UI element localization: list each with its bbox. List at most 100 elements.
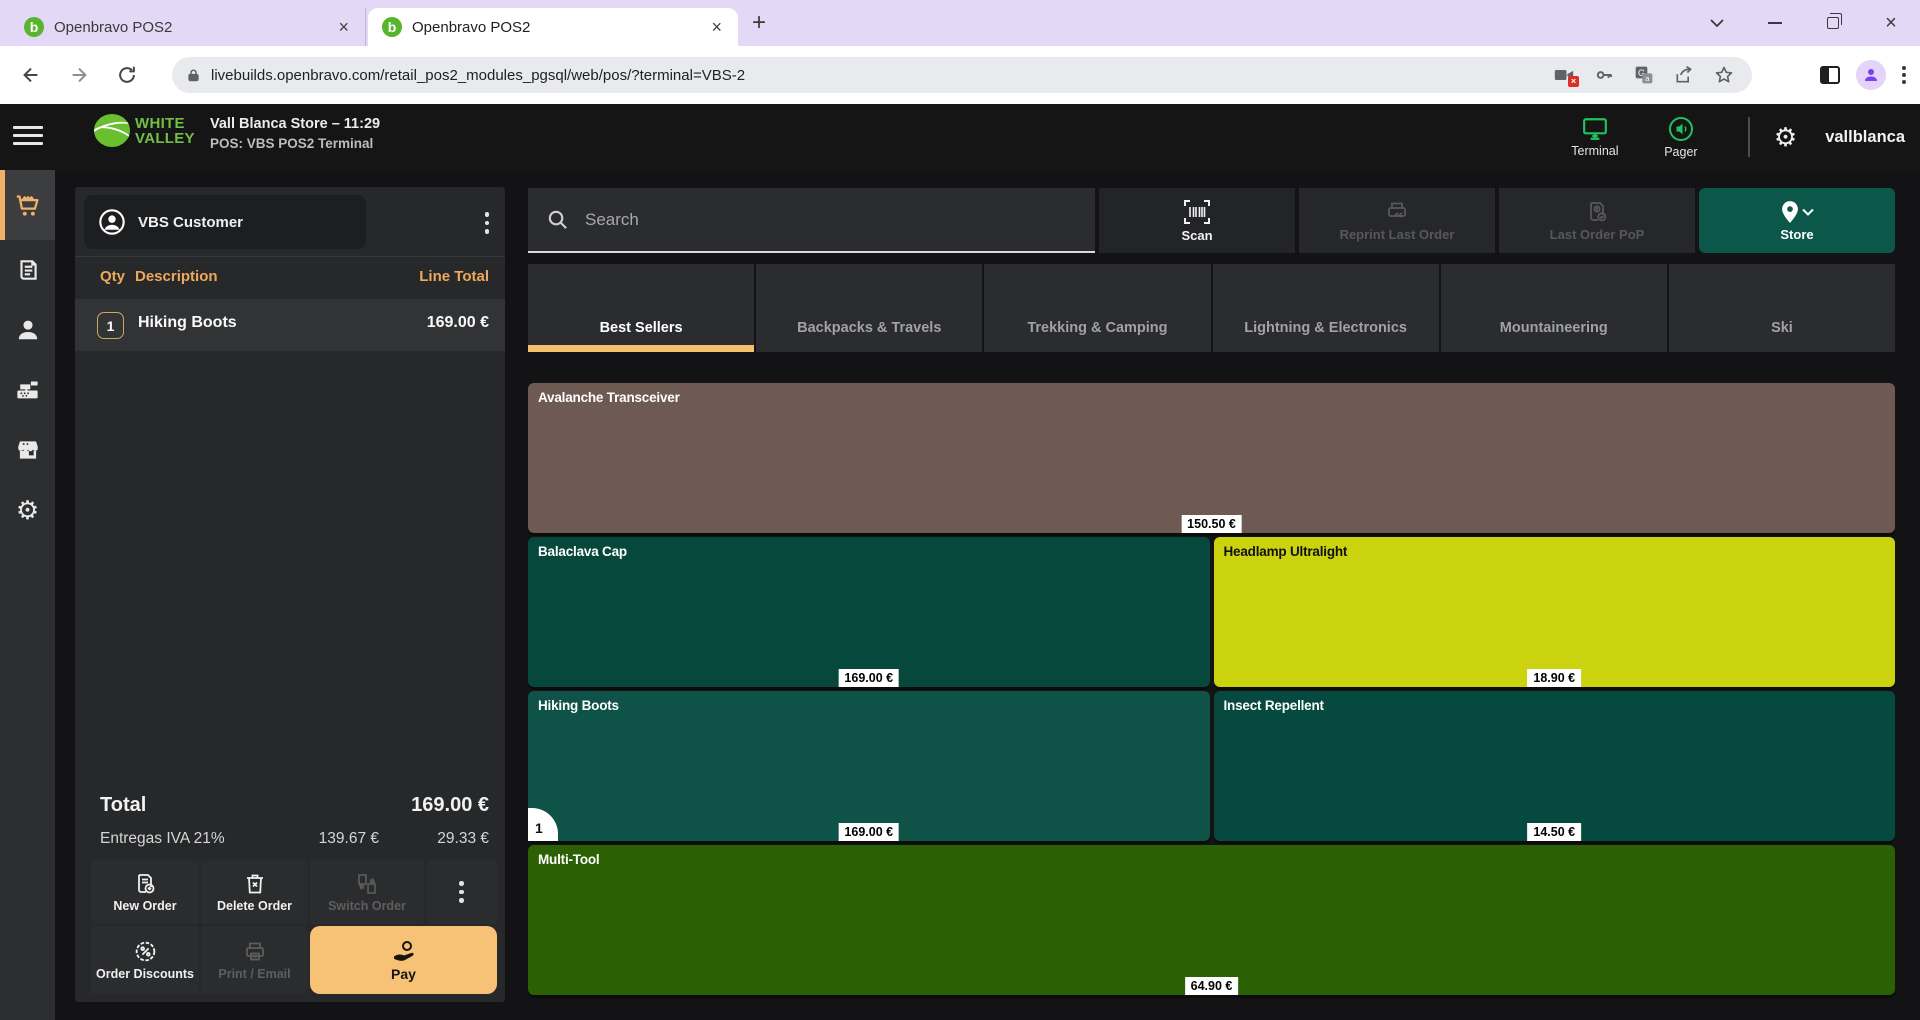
col-qty: Qty [100, 268, 125, 285]
translate-icon[interactable]: Ga [1634, 65, 1654, 85]
pay-button[interactable]: Pay [310, 926, 497, 994]
store-info: Vall Blanca Store – 11:29 POS: VBS POS2 … [210, 116, 380, 151]
tab-close-icon[interactable]: × [336, 17, 351, 38]
browser-tab-2-active[interactable]: b Openbravo POS2 × [368, 8, 738, 46]
print-email-button[interactable]: Print / Email [201, 926, 308, 994]
forward-button[interactable] [62, 58, 96, 92]
profile-avatar[interactable] [1856, 60, 1886, 90]
key-icon[interactable] [1594, 65, 1614, 85]
sidebar-item-sales-cart[interactable] [0, 170, 55, 240]
pay-coin-hand-icon [391, 940, 417, 964]
customer-person-icon [98, 208, 126, 236]
username[interactable]: vallblanca [1825, 128, 1905, 147]
order-menu-kebab-icon[interactable] [481, 208, 494, 238]
new-tab-button[interactable]: + [752, 12, 766, 34]
tab-backpacks-travels[interactable]: Backpacks & Travels [756, 264, 982, 352]
customer-selector[interactable]: VBS Customer [84, 195, 366, 249]
map-pin-icon [1780, 200, 1800, 224]
side-panel-icon[interactable] [1820, 66, 1840, 84]
store-selector-button[interactable]: Store [1699, 188, 1895, 253]
order-columns-header: Qty Description Line Total [75, 257, 505, 297]
product-tile-insect-repellent[interactable]: Insect Repellent 14.50 € [1214, 691, 1896, 841]
url-text: livebuilds.openbravo.com/retail_pos2_mod… [211, 67, 1554, 84]
browser-tab-strip: b Openbravo POS2 × b Openbravo POS2 × + … [0, 0, 1920, 46]
col-line-total: Line Total [419, 268, 489, 285]
reprint-last-order-button[interactable]: Reprint Last Order [1299, 188, 1495, 253]
search-field[interactable] [528, 188, 1095, 253]
order-line[interactable]: 1 Hiking Boots 169.00 € [75, 299, 505, 351]
hamburger-menu-icon[interactable] [13, 126, 43, 145]
browser-tab-1[interactable]: b Openbravo POS2 × [10, 8, 366, 46]
search-input[interactable] [585, 210, 1077, 230]
tab-best-sellers[interactable]: Best Sellers [528, 264, 754, 352]
price-tag: 18.90 € [1527, 669, 1581, 687]
pos-app: WHITEVALLEY Vall Blanca Store – 11:29 PO… [0, 104, 1920, 1020]
bookmark-star-icon[interactable] [1714, 65, 1734, 85]
product-tile-headlamp-ultralight[interactable]: Headlamp Ultralight 18.90 € [1214, 537, 1896, 687]
tab-ski[interactable]: Ski [1669, 264, 1895, 352]
tab-trekking-camping[interactable]: Trekking & Camping [984, 264, 1210, 352]
product-tile-avalanche-transceiver[interactable]: Avalanche Transceiver 150.50 € [528, 383, 1895, 533]
sidebar-item-orders-journal[interactable] [0, 240, 55, 300]
col-description: Description [135, 268, 218, 285]
url-bar[interactable]: livebuilds.openbravo.com/retail_pos2_mod… [172, 57, 1752, 93]
more-order-actions-kebab[interactable] [426, 860, 497, 924]
chevron-down-icon [1802, 208, 1814, 216]
category-tabs: Best Sellers Backpacks & Travels Trekkin… [528, 264, 1895, 352]
sidebar: ⚙ [0, 170, 55, 1020]
tab-close-icon[interactable]: × [709, 17, 724, 38]
omnibox-icons: × Ga [1554, 65, 1734, 85]
toolbar-right [1820, 46, 1920, 104]
window-controls: × [1688, 0, 1920, 46]
customer-name: VBS Customer [138, 214, 243, 231]
header-divider [1748, 117, 1750, 157]
total-label: Total [100, 794, 146, 817]
delete-order-icon [243, 872, 267, 896]
pager-button[interactable]: Pager [1638, 116, 1724, 159]
line-qty-badge: 1 [97, 312, 124, 339]
sidebar-item-store[interactable] [0, 420, 55, 480]
new-order-icon [133, 872, 157, 896]
scan-button[interactable]: Scan [1099, 188, 1295, 253]
product-tile-multi-tool[interactable]: Multi-Tool 64.90 € [528, 845, 1895, 995]
price-tag: 64.90 € [1185, 977, 1239, 995]
restore-button[interactable] [1804, 0, 1862, 46]
delete-order-button[interactable]: Delete Order [201, 860, 308, 924]
tax-label: Entregas IVA 21% [100, 830, 225, 848]
last-order-pop-button[interactable]: Last Order PoP [1499, 188, 1695, 253]
new-order-button[interactable]: New Order [91, 860, 199, 924]
product-tile-balaclava-cap[interactable]: Balaclava Cap 169.00 € [528, 537, 1210, 687]
minimize-button[interactable] [1746, 0, 1804, 46]
lock-icon [186, 67, 201, 84]
line-description: Hiking Boots [138, 314, 237, 332]
barcode-scan-icon [1183, 199, 1211, 225]
sidebar-item-settings[interactable]: ⚙ [0, 480, 55, 540]
reload-button[interactable] [110, 58, 144, 92]
app-header: WHITEVALLEY Vall Blanca Store – 11:29 PO… [0, 104, 1920, 170]
search-icon [546, 208, 569, 231]
switch-order-button[interactable]: Switch Order [310, 860, 424, 924]
openbravo-favicon-icon: b [24, 17, 44, 37]
camera-blocked-icon[interactable]: × [1554, 67, 1574, 83]
tab-search-chevron-icon[interactable] [1688, 0, 1746, 46]
order-discounts-button[interactable]: Order Discounts [91, 926, 199, 994]
customer-row: VBS Customer [75, 187, 505, 257]
order-panel: VBS Customer Qty Description Line Total … [75, 187, 505, 1002]
terminal-button[interactable]: Terminal [1552, 117, 1638, 158]
sidebar-item-cash-register[interactable] [0, 360, 55, 420]
pager-speaker-icon [1668, 116, 1694, 142]
terminal-monitor-icon [1582, 117, 1608, 141]
store-name-time: Vall Blanca Store – 11:29 [210, 116, 380, 132]
header-right: Terminal Pager ⚙ vallblanca [1552, 104, 1905, 170]
openbravo-favicon-icon: b [382, 17, 402, 37]
order-totals: Total 169.00 € Entregas IVA 21% 139.67 €… [75, 790, 505, 856]
back-button[interactable] [14, 58, 48, 92]
tab-mountaineering[interactable]: Mountaineering [1441, 264, 1667, 352]
share-icon[interactable] [1674, 65, 1694, 85]
browser-menu-icon[interactable] [1902, 66, 1906, 84]
product-tile-hiking-boots[interactable]: Hiking Boots 1 169.00 € [528, 691, 1210, 841]
close-window-button[interactable]: × [1862, 0, 1920, 46]
settings-gear-icon[interactable]: ⚙ [1774, 124, 1797, 150]
tab-lightning-electronics[interactable]: Lightning & Electronics [1213, 264, 1439, 352]
sidebar-item-customers[interactable] [0, 300, 55, 360]
